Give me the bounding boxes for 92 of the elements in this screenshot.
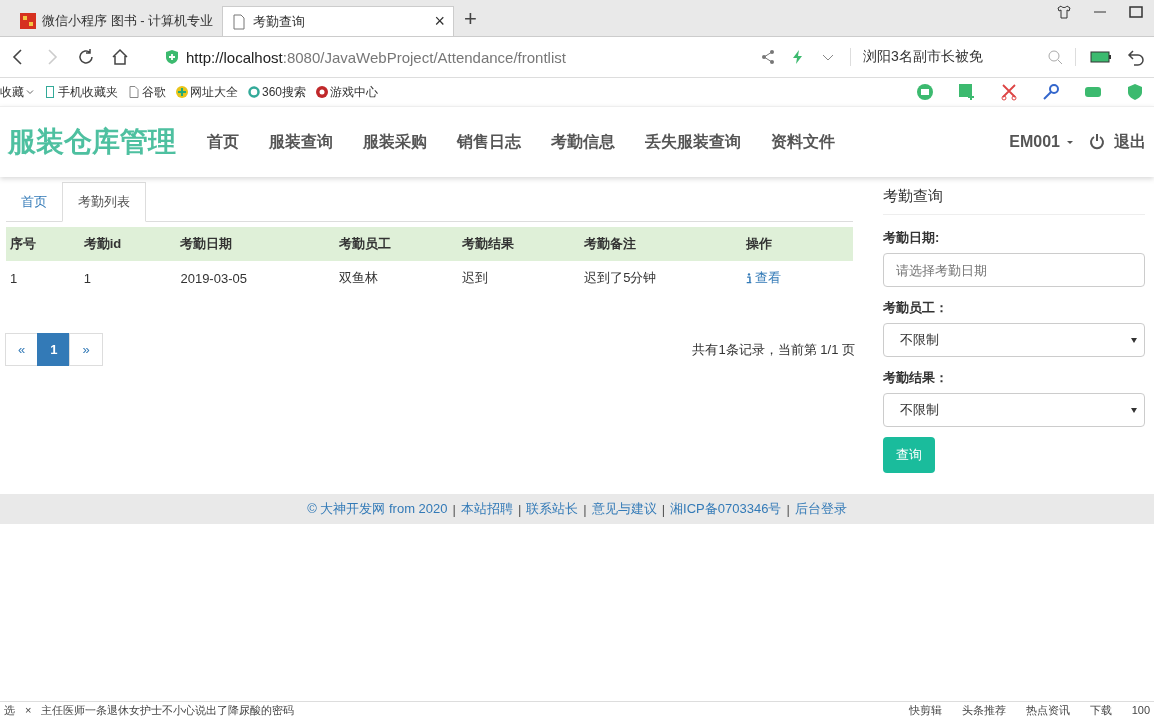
nav-link[interactable]: 服装采购 <box>348 131 442 153</box>
address-field[interactable]: http://localhost:8080/JavaWebProject/Attendance/frontlist <box>186 48 746 66</box>
footer-link[interactable]: 湘ICP备0703346号 <box>670 500 782 518</box>
content-tab[interactable]: 首页 <box>6 183 62 221</box>
bookmark-link[interactable]: 游戏中心 <box>316 83 379 101</box>
record-summary: 共有1条记录，当前第 1/1 页 <box>692 340 855 359</box>
nav-link[interactable]: 丢失服装查询 <box>630 131 756 153</box>
field-label: 考勤员工： <box>883 299 949 317</box>
new-tab-button[interactable]: + <box>454 6 487 36</box>
page-icon <box>231 13 247 30</box>
separator: | <box>661 501 666 517</box>
key-icon[interactable] <box>1042 83 1060 101</box>
home-icon[interactable] <box>110 47 130 67</box>
footer-link[interactable]: 本站招聘 <box>460 500 513 518</box>
column-header: 操作 <box>741 227 853 261</box>
scissors-icon[interactable] <box>1000 83 1018 101</box>
status-text: 选 <box>4 702 15 718</box>
bookmark-link[interactable]: 360搜索 <box>248 83 307 101</box>
bookmark-link[interactable]: 网址大全 <box>176 83 238 101</box>
caret-icon <box>1130 336 1138 344</box>
zoom-level[interactable]: 100 <box>1131 704 1150 716</box>
user-menu[interactable]: EM001 <box>1009 133 1060 151</box>
bookmark-link[interactable]: 收藏 <box>0 83 34 101</box>
search-field[interactable]: 浏阳3名副市长被免 <box>850 48 1076 66</box>
column-header: 考勤结果 <box>457 227 581 261</box>
footer-link[interactable]: © 大神开发网 from 2020 <box>307 500 448 518</box>
chevron-down-icon <box>26 88 34 96</box>
ring-icon <box>248 86 260 98</box>
page-button[interactable]: 1 <box>37 333 71 366</box>
tab-title: 微信小程序 图书 - 计算机专业 <box>42 12 214 30</box>
field-label: 考勤日期: <box>883 229 941 247</box>
close-tab-button[interactable]: × <box>434 11 445 32</box>
nav-link[interactable]: 资料文件 <box>756 131 850 153</box>
date-input-field[interactable]: 请选择考勤日期 <box>883 253 1145 287</box>
maximize-icon[interactable] <box>1128 4 1144 20</box>
table-cell: 2019-03-05 <box>180 270 247 286</box>
separator: | <box>452 501 456 517</box>
table-cell: 双鱼林 <box>338 270 378 285</box>
share-icon[interactable] <box>760 49 776 65</box>
browser-tab[interactable]: 微信小程序 图书 - 计算机专业 <box>12 6 222 36</box>
plus-circle-icon <box>176 86 188 98</box>
bookmark-link[interactable]: 手机收藏夹 <box>44 83 118 101</box>
nav-link[interactable]: 首页 <box>192 131 254 153</box>
nav-link[interactable]: 销售日志 <box>442 131 536 153</box>
nav-link[interactable]: 考勤信息 <box>536 131 630 153</box>
table-cell: 迟到 <box>461 270 488 285</box>
tab-title: 考勤查询 <box>253 12 306 31</box>
phone-icon <box>44 86 56 98</box>
close-button[interactable]: × <box>25 704 32 716</box>
column-header: 考勤id <box>79 227 177 261</box>
footer-link[interactable]: 联系站长 <box>526 500 579 518</box>
select-field[interactable]: 不限制 <box>883 393 1145 427</box>
content-tab[interactable]: 考勤列表 <box>62 182 146 222</box>
table-cell: 1 <box>83 270 91 286</box>
footer-link[interactable]: 后台登录 <box>794 500 847 518</box>
status-item[interactable]: 快剪辑 <box>908 702 942 718</box>
status-item[interactable]: 头条推荐 <box>961 702 1006 718</box>
battery-icon[interactable] <box>1090 51 1112 63</box>
view-link[interactable]: 查看 <box>745 269 781 287</box>
app-icon <box>20 13 36 29</box>
field-label: 考勤结果： <box>883 369 949 387</box>
caret-icon <box>1066 138 1074 146</box>
column-header: 考勤备注 <box>580 227 742 261</box>
news-ticker[interactable]: 主任医师一条退休女护士不小心说出了降尿酸的密码 <box>41 702 295 718</box>
power-icon[interactable] <box>1088 133 1106 151</box>
game-icon <box>316 86 329 98</box>
column-header: 序号 <box>6 227 80 261</box>
separator: | <box>517 501 522 517</box>
nav-link[interactable]: 服装查询 <box>254 131 348 153</box>
column-header: 考勤日期 <box>176 227 335 261</box>
footer-link[interactable]: 意见与建议 <box>591 500 657 518</box>
search-icon <box>1047 49 1063 65</box>
select-field[interactable]: 不限制 <box>883 323 1145 357</box>
table-cell: 1 <box>10 270 18 286</box>
reload-icon[interactable] <box>76 47 96 67</box>
shield-icon <box>164 49 180 65</box>
separator: | <box>786 501 790 517</box>
page-icon <box>128 86 140 98</box>
table-cell: 迟到了5分钟 <box>584 270 657 285</box>
page-button[interactable]: » <box>69 333 103 366</box>
undo-icon[interactable] <box>1126 47 1146 67</box>
status-item[interactable]: 下载 <box>1089 702 1112 718</box>
logout-link[interactable]: 退出 <box>1106 131 1146 153</box>
caret-icon <box>1130 406 1138 414</box>
panel-title: 考勤查询 <box>883 181 1145 215</box>
status-item[interactable]: 热点资讯 <box>1025 702 1070 718</box>
separator: | <box>583 501 587 517</box>
bookmark-link[interactable]: 谷歌 <box>128 83 166 101</box>
column-header: 考勤员工 <box>334 227 458 261</box>
shirt-icon[interactable] <box>1056 4 1072 20</box>
info-icon <box>745 272 752 284</box>
browser-tab[interactable]: 考勤查询 × <box>222 6 454 36</box>
